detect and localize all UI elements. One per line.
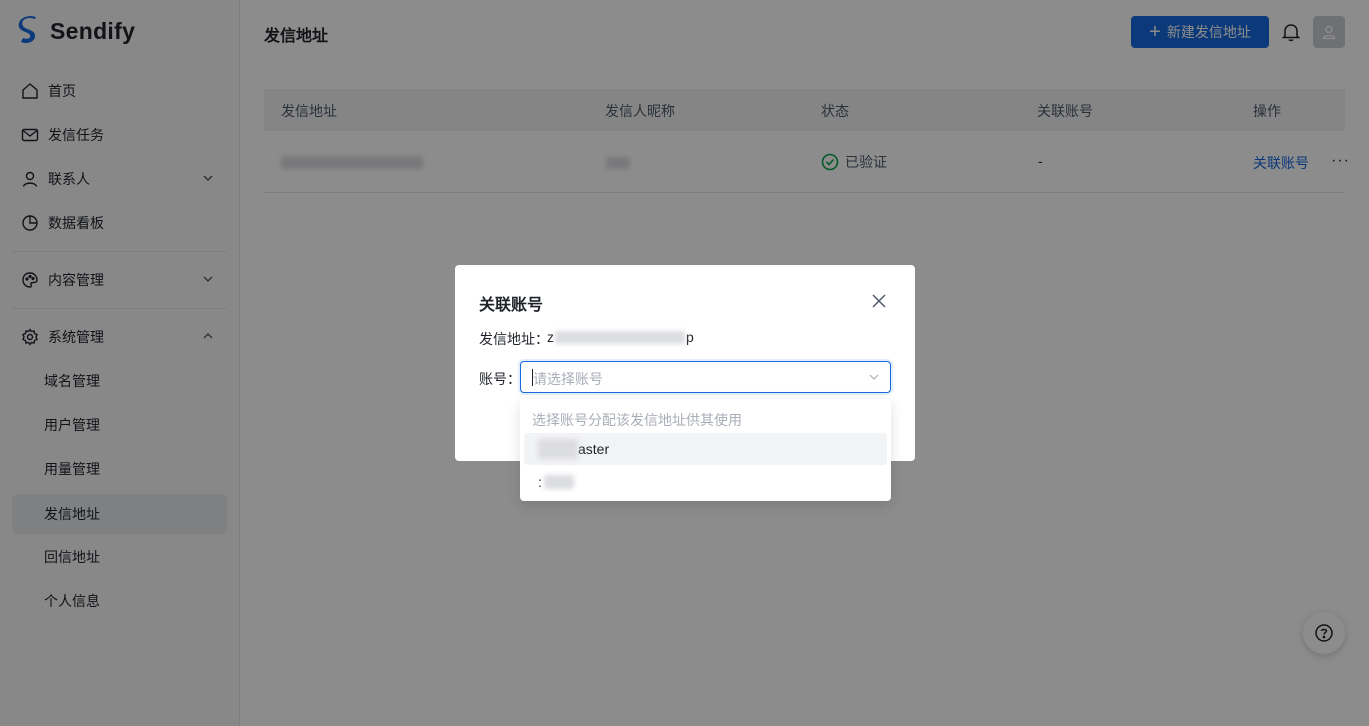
dropdown-hint: 选择账号分配该发信地址供其使用 <box>532 412 742 428</box>
address-label: 发信地址： <box>479 331 549 347</box>
dropdown-option[interactable]: aster <box>524 433 887 465</box>
option-label: aster <box>578 441 610 457</box>
address-suffix: p <box>686 329 694 345</box>
address-prefix: z <box>547 329 554 345</box>
account-select[interactable]: 请选择账号 <box>520 361 891 393</box>
redacted-account <box>538 439 578 459</box>
account-label: 账号： <box>479 371 521 387</box>
dialog-title: 关联账号 <box>479 297 544 314</box>
address-value: z p <box>547 329 694 345</box>
option-label: : <box>538 474 542 490</box>
chevron-down-icon <box>869 374 879 380</box>
redacted-account <box>543 475 574 489</box>
select-placeholder: 请选择账号 <box>533 371 603 387</box>
account-dropdown: 选择账号分配该发信地址供其使用 aster : <box>520 399 891 501</box>
redacted-address <box>555 330 685 344</box>
dropdown-option[interactable]: : <box>524 466 887 498</box>
close-icon[interactable] <box>871 293 887 309</box>
